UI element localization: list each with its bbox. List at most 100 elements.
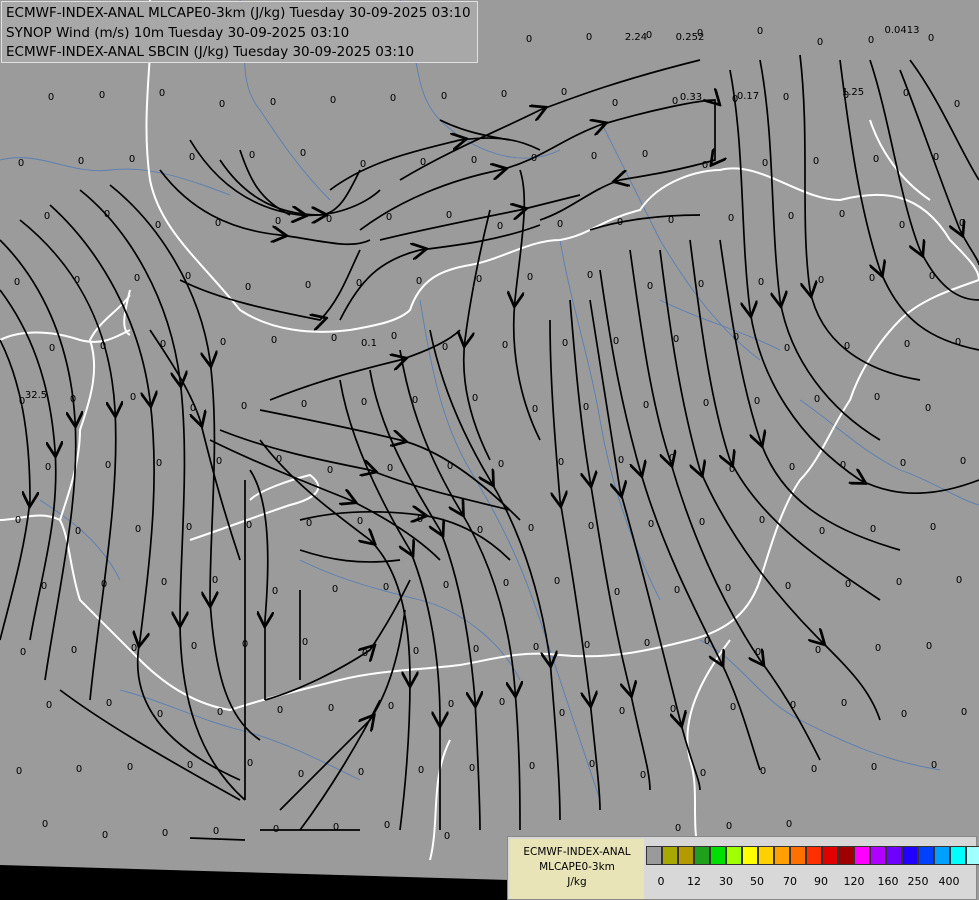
zero-value-label: 0	[44, 211, 50, 222]
zero-value-label: 0	[473, 644, 479, 655]
zero-value-label: 0	[14, 277, 20, 288]
zero-value-label: 0	[104, 209, 110, 220]
legend-swatch	[854, 846, 870, 865]
zero-value-label: 0	[106, 698, 112, 709]
zero-value-label: 0	[526, 34, 532, 45]
legend-swatch	[838, 846, 854, 865]
legend-swatch	[806, 846, 822, 865]
zero-value-label: 0	[642, 149, 648, 160]
zero-value-label: 0	[384, 820, 390, 831]
legend-tick-label: 70	[783, 875, 797, 888]
legend-tick-label: 12	[687, 875, 701, 888]
zero-value-label: 0	[71, 645, 77, 656]
zero-value-label: 0	[646, 30, 652, 41]
zero-value-label: 0	[815, 645, 821, 656]
zero-value-label: 0	[619, 706, 625, 717]
zero-value-label: 0	[102, 830, 108, 841]
zero-value-label: 0	[476, 274, 482, 285]
legend-swatch	[742, 846, 758, 865]
zero-value-label: 0	[757, 26, 763, 37]
zero-value-label: 0	[19, 396, 25, 407]
legend-swatch	[934, 846, 950, 865]
zero-value-label: 0	[788, 211, 794, 222]
zero-value-label: 0	[675, 823, 681, 834]
zero-value-label: 0	[640, 770, 646, 781]
zero-value-label: 0	[162, 828, 168, 839]
zero-value-label: 0	[762, 158, 768, 169]
zero-value-label: 0	[869, 273, 875, 284]
zero-value-label: 0	[249, 150, 255, 161]
zero-value-label: 0	[42, 819, 48, 830]
zero-value-label: 0	[840, 460, 846, 471]
zero-value-label: 0	[134, 273, 140, 284]
legend-swatch	[678, 846, 694, 865]
zero-value-label: 0	[332, 584, 338, 595]
zero-value-label: 0	[217, 707, 223, 718]
zero-value-label: 0	[135, 524, 141, 535]
zero-value-label: 0	[811, 764, 817, 775]
zero-value-label: 0	[191, 641, 197, 652]
zero-value-label: 0	[702, 160, 708, 171]
zero-value-label: 0	[931, 760, 937, 771]
legend-swatch	[646, 846, 662, 865]
zero-value-label: 0	[16, 766, 22, 777]
zero-value-label: 0	[871, 762, 877, 773]
zero-value-label: 0	[127, 762, 133, 773]
zero-value-label: 0	[531, 153, 537, 164]
zero-value-label: 0	[591, 151, 597, 162]
zero-value-label: 0	[668, 215, 674, 226]
zero-value-label: 0	[446, 210, 452, 221]
zero-value-label: 0	[298, 769, 304, 780]
map-canvas: 2.24 0.252 0.0413 0.33 0.17 1.25 32.5 0.…	[0, 0, 979, 900]
zero-value-label: 0	[612, 98, 618, 109]
zero-value-label: 0	[733, 332, 739, 343]
legend-tick-label: 50	[750, 875, 764, 888]
zero-value-label: 0	[388, 701, 394, 712]
zero-value-label: 0	[302, 637, 308, 648]
zero-value-label: 0	[271, 335, 277, 346]
zero-value-label: 0	[672, 96, 678, 107]
zero-value-label: 0	[387, 463, 393, 474]
zero-value-label: 0	[441, 91, 447, 102]
legend-swatch	[966, 846, 979, 865]
zero-value-label: 0	[873, 154, 879, 165]
zero-value-label: 0	[74, 275, 80, 286]
zero-value-label: 0	[554, 576, 560, 587]
zero-value-label: 0	[674, 585, 680, 596]
zero-value-label: 0	[527, 272, 533, 283]
zero-value-label: 0	[499, 697, 505, 708]
zero-value-label: 0	[703, 398, 709, 409]
legend-swatch	[822, 846, 838, 865]
zero-value-label: 0	[270, 97, 276, 108]
zero-value-label: 0	[730, 702, 736, 713]
zero-value-label: 0	[471, 155, 477, 166]
zero-value-label: 0	[755, 647, 761, 658]
value-label: 2.24	[625, 32, 647, 43]
zero-value-label: 0	[930, 522, 936, 533]
zero-value-label: 0	[960, 456, 966, 467]
legend-swatch	[790, 846, 806, 865]
zero-value-label: 0	[498, 459, 504, 470]
zero-value-label: 0	[955, 337, 961, 348]
zero-value-label: 0	[41, 581, 47, 592]
zero-value-label: 0	[417, 514, 423, 525]
zero-value-label: 0	[586, 32, 592, 43]
zero-value-label: 0	[903, 88, 909, 99]
zero-value-label: 0	[155, 220, 161, 231]
zero-value-label: 0	[360, 159, 366, 170]
zero-value-label: 0	[617, 217, 623, 228]
legend-unit: J/kg	[567, 876, 587, 888]
zero-value-label: 0	[413, 646, 419, 657]
zero-value-label: 0	[161, 577, 167, 588]
zero-value-label: 0	[900, 458, 906, 469]
zero-value-label: 0	[558, 457, 564, 468]
zero-value-label: 0	[817, 37, 823, 48]
zero-value-label: 0	[643, 400, 649, 411]
zero-value-label: 0	[561, 87, 567, 98]
zero-value-label: 0	[501, 89, 507, 100]
zero-value-label: 0	[760, 766, 766, 777]
zero-value-label: 0	[559, 708, 565, 719]
zero-value-label: 0	[814, 394, 820, 405]
zero-value-label: 0	[841, 698, 847, 709]
value-label: 0.0413	[885, 25, 920, 36]
